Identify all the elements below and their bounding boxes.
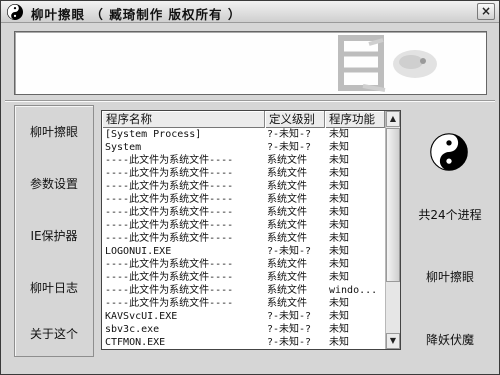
process-name-cell: KAVSvcUI.EXE <box>105 311 178 322</box>
title-bar[interactable]: 柳叶擦眼 （ 臧琦制作 版权所有 ） × <box>1 1 499 23</box>
process-name-cell: ----此文件为系统文件---- <box>105 259 234 270</box>
vertical-scrollbar[interactable]: ▲ ▼ <box>385 111 400 349</box>
table-row[interactable]: ----此文件为系统文件---- 系统文件 未知 <box>102 193 385 206</box>
level-cell: 系统文件 <box>267 259 307 270</box>
process-name-cell: ----此文件为系统文件---- <box>105 298 234 309</box>
function-cell: 未知 <box>329 142 349 153</box>
table-row[interactable]: ----此文件为系统文件---- 系统文件 未知 <box>102 271 385 284</box>
process-name-cell: ----此文件为系统文件---- <box>105 155 234 166</box>
level-cell: ?-未知-? <box>267 142 312 153</box>
nav-item-log[interactable]: 柳叶日志 <box>15 278 93 298</box>
nav-item-scan[interactable]: 柳叶擦眼 <box>15 122 93 142</box>
table-row[interactable]: ----此文件为系统文件---- 系统文件 未知 <box>102 167 385 180</box>
function-cell: 未知 <box>329 324 349 335</box>
process-name-cell: ----此文件为系统文件---- <box>105 233 234 244</box>
process-name-cell: ----此文件为系统文件---- <box>105 285 234 296</box>
nav-item-ie-protector[interactable]: IE保护器 <box>15 226 93 246</box>
function-cell: 未知 <box>329 194 349 205</box>
function-cell: 未知 <box>329 246 349 257</box>
level-cell: 系统文件 <box>267 233 307 244</box>
function-cell: windo... <box>329 285 378 296</box>
nav-item-about[interactable]: 关于这个 <box>15 324 93 344</box>
table-row[interactable]: KAVSvcUI.EXE ?-未知-? 未知 <box>102 310 385 323</box>
nav-panel: 柳叶擦眼 参数设置 IE保护器 柳叶日志 关于这个 <box>14 105 94 357</box>
level-cell: ?-未知-? <box>267 246 312 257</box>
table-row[interactable]: sbv3c.exe ?-未知-? 未知 <box>102 323 385 336</box>
scroll-down-button[interactable]: ▼ <box>386 333 400 349</box>
function-cell: 未知 <box>329 181 349 192</box>
function-cell: 未知 <box>329 220 349 231</box>
table-row[interactable]: ----此文件为系统文件---- 系统文件 未知 <box>102 258 385 271</box>
level-cell: 系统文件 <box>267 181 307 192</box>
level-cell: 系统文件 <box>267 298 307 309</box>
column-header-level[interactable]: 定义级别 <box>265 111 325 128</box>
kill-button[interactable]: 降妖伏魔 <box>405 331 495 348</box>
table-row[interactable]: ----此文件为系统文件---- 系统文件 未知 <box>102 232 385 245</box>
column-header-name[interactable]: 程序名称 <box>102 111 265 128</box>
scroll-thumb[interactable] <box>386 128 400 282</box>
level-cell: 系统文件 <box>267 207 307 218</box>
level-cell: 系统文件 <box>267 285 307 296</box>
process-name-cell: ----此文件为系统文件---- <box>105 181 234 192</box>
process-name-cell: System <box>105 142 142 153</box>
table-row[interactable]: ----此文件为系统文件---- 系统文件 未知 <box>102 154 385 167</box>
function-cell: 未知 <box>329 298 349 309</box>
table-row[interactable]: ----此文件为系统文件---- 系统文件 未知 <box>102 297 385 310</box>
table-row[interactable]: ----此文件为系统文件---- 系统文件 未知 <box>102 180 385 193</box>
close-icon: × <box>480 4 492 18</box>
window-title: 柳叶擦眼 （ 臧琦制作 版权所有 ） <box>31 7 242 22</box>
table-row[interactable]: ----此文件为系统文件---- 系统文件 未知 <box>102 206 385 219</box>
column-header-function[interactable]: 程序功能 <box>325 111 385 128</box>
level-cell: 系统文件 <box>267 194 307 205</box>
app-window: 柳叶擦眼 （ 臧琦制作 版权所有 ） × 柳叶擦眼 参数设置 IE保护器 柳叶日… <box>0 0 500 375</box>
nav-item-settings[interactable]: 参数设置 <box>15 174 93 194</box>
function-cell: 未知 <box>329 207 349 218</box>
process-name-cell: ----此文件为系统文件---- <box>105 220 234 231</box>
function-cell: 未知 <box>329 233 349 244</box>
process-name-cell: CTFMON.EXE <box>105 337 166 348</box>
table-body: [System Process] ?-未知-? 未知 System ?-未知-? 未知 --… <box>102 128 385 349</box>
function-cell: 未知 <box>329 337 349 348</box>
yin-yang-icon <box>7 4 23 20</box>
process-name-cell: ----此文件为系统文件---- <box>105 168 234 179</box>
function-cell: 未知 <box>329 259 349 270</box>
table-row[interactable]: LOGONUI.EXE ?-未知-? 未知 <box>102 245 385 258</box>
function-cell: 未知 <box>329 311 349 322</box>
process-count-label: 共24个进程 <box>418 208 482 222</box>
function-cell: 未知 <box>329 272 349 283</box>
process-name-cell: LOGONUI.EXE <box>105 246 172 257</box>
level-cell: ?-未知-? <box>267 129 312 140</box>
function-cell: 未知 <box>329 155 349 166</box>
table-row[interactable]: CTFMON.EXE ?-未知-? 未知 <box>102 336 385 349</box>
level-cell: 系统文件 <box>267 220 307 231</box>
process-name-cell: ----此文件为系统文件---- <box>105 207 234 218</box>
process-table[interactable]: 程序名称 定义级别 程序功能 [System Process] ?-未知-? 未知 S… <box>101 110 401 350</box>
level-cell: 系统文件 <box>267 272 307 283</box>
table-row[interactable]: System ?-未知-? 未知 <box>102 141 385 154</box>
level-cell: ?-未知-? <box>267 337 312 348</box>
table-header: 程序名称 定义级别 程序功能 <box>102 111 385 128</box>
process-name-cell: [System Process] <box>105 129 202 140</box>
table-row[interactable]: [System Process] ?-未知-? 未知 <box>102 128 385 141</box>
level-cell: 系统文件 <box>267 155 307 166</box>
level-cell: ?-未知-? <box>267 311 312 322</box>
separator <box>5 100 495 102</box>
level-cell: 系统文件 <box>267 168 307 179</box>
table-row[interactable]: ----此文件为系统文件---- 系统文件 windo... <box>102 284 385 297</box>
calligraphy-decoration <box>338 35 437 92</box>
close-button[interactable]: × <box>477 3 495 20</box>
banner-panel <box>14 31 487 95</box>
table-row[interactable]: ----此文件为系统文件---- 系统文件 未知 <box>102 219 385 232</box>
process-name-cell: ----此文件为系统文件---- <box>105 272 234 283</box>
function-cell: 未知 <box>329 168 349 179</box>
yin-yang-icon <box>430 133 468 171</box>
process-name-cell: ----此文件为系统文件---- <box>105 194 234 205</box>
function-cell: 未知 <box>329 129 349 140</box>
process-name-cell: sbv3c.exe <box>105 324 160 335</box>
scan-button[interactable]: 柳叶擦眼 <box>405 268 495 285</box>
scroll-up-button[interactable]: ▲ <box>386 111 400 127</box>
level-cell: ?-未知-? <box>267 324 312 335</box>
